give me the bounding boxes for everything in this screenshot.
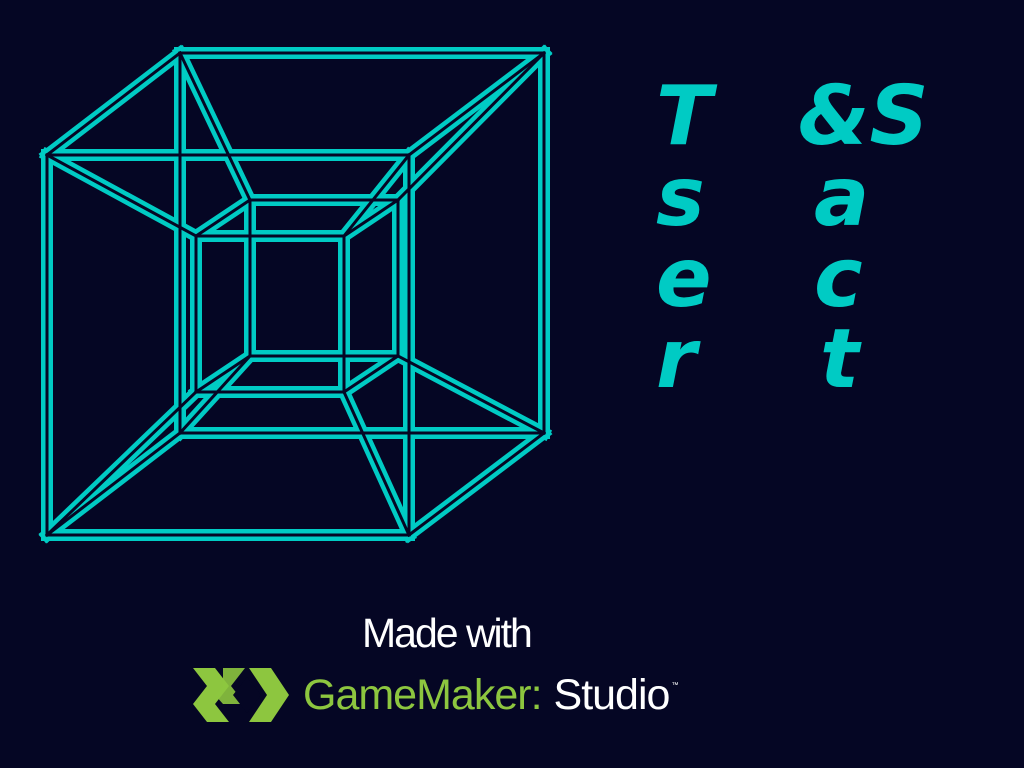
engine-edition: Studio	[553, 670, 671, 719]
title-letter: T	[656, 69, 712, 164]
trademark-mark: ™	[671, 682, 679, 689]
made-with-label: Made with	[362, 610, 533, 656]
splash-screen: T s e r &S a c t Made with GameMaker: St…	[0, 0, 1024, 768]
title-letter: s	[656, 150, 705, 245]
tesseract-wireframe-icon	[38, 44, 553, 544]
title-letter: a	[814, 150, 870, 245]
title-right-column: &S a c t	[798, 69, 929, 407]
title-letter: r	[656, 312, 697, 407]
title-letter: &S	[798, 69, 929, 164]
gamemaker-logo: GameMaker: Studio ™	[193, 668, 678, 722]
title-letter: t	[820, 312, 860, 407]
title-left-column: T s e r	[656, 69, 712, 407]
title-letter: c	[814, 231, 863, 326]
engine-name: GameMaker:	[303, 670, 543, 719]
title-letter: e	[656, 231, 712, 326]
gamemaker-logo-icon	[193, 668, 289, 722]
